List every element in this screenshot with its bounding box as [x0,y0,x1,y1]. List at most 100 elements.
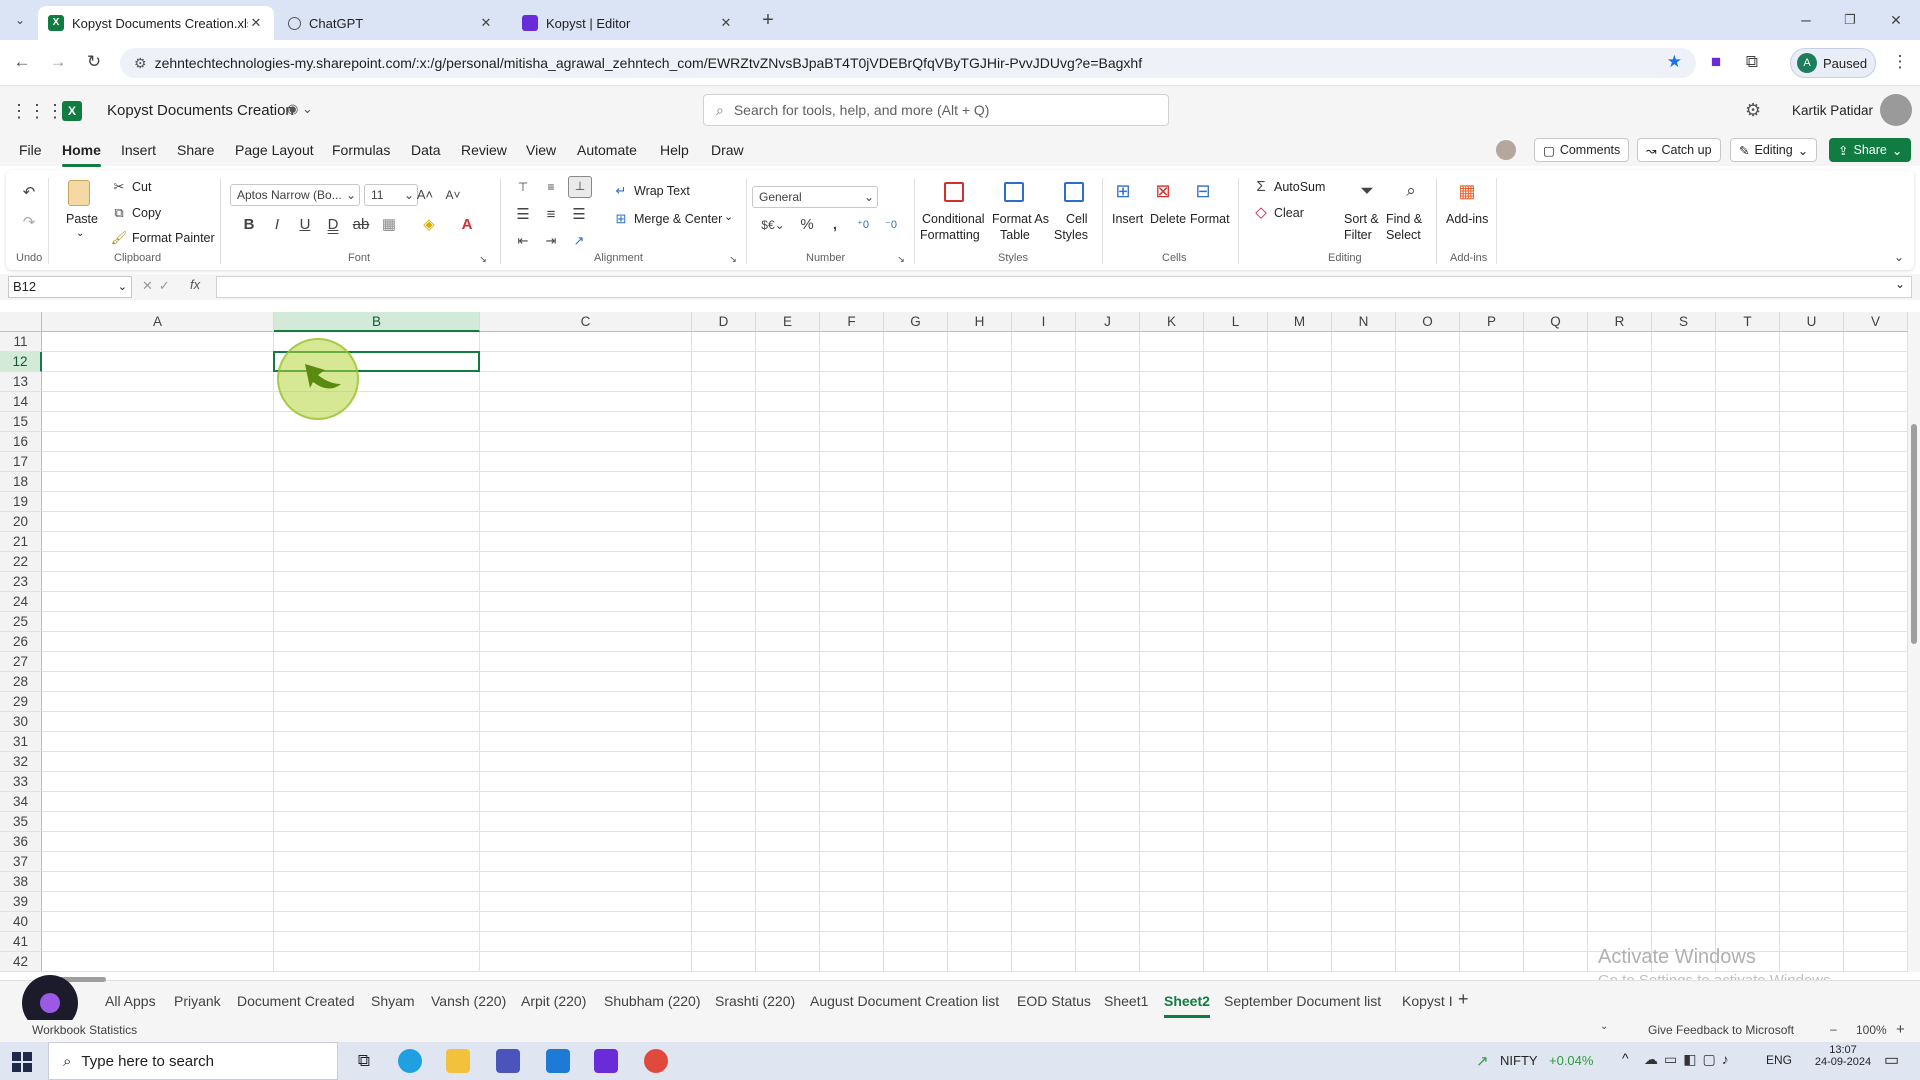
sort-filter-label-1[interactable]: Sort & [1344,212,1379,226]
sort-filter-icon[interactable]: ⏷ [1358,182,1376,200]
merge-center-label[interactable]: Merge & Center [634,212,722,226]
tab-view[interactable]: View [526,142,556,158]
find-select-label-2[interactable]: Select [1386,228,1421,242]
align-bottom-icon[interactable]: ⊥ [568,176,592,198]
column-header-i[interactable]: I [1012,312,1076,332]
tab-review[interactable]: Review [461,142,507,158]
zoom-out-icon[interactable]: – [1830,1022,1837,1036]
row-header-22[interactable]: 22 [0,552,42,572]
column-header-f[interactable]: F [820,312,884,332]
sheet-tab[interactable]: Priyank [174,993,221,1009]
row-header-33[interactable]: 33 [0,772,42,792]
clear-eraser-icon[interactable]: ◇ [1252,204,1270,222]
column-header-v[interactable]: V [1844,312,1908,332]
percent-icon[interactable]: % [798,216,816,234]
tray-chevron-icon[interactable]: ^ [1622,1050,1629,1066]
sheet-tab[interactable]: September Document list [1224,993,1381,1009]
row-header-35[interactable]: 35 [0,812,42,832]
workbook-statistics[interactable]: Workbook Statistics [32,1023,137,1037]
row-header-31[interactable]: 31 [0,732,42,752]
comma-style-icon[interactable]: , [826,216,844,234]
row-header-18[interactable]: 18 [0,472,42,492]
row-header-30[interactable]: 30 [0,712,42,732]
row-header-28[interactable]: 28 [0,672,42,692]
add-sheet-icon[interactable]: + [1458,989,1469,1010]
row-header-15[interactable]: 15 [0,412,42,432]
column-header-b[interactable]: B [274,312,480,332]
row-header-20[interactable]: 20 [0,512,42,532]
font-name-select[interactable]: Aptos Narrow (Bo... ⌄ [230,184,360,206]
cell-styles-icon[interactable] [1064,182,1084,202]
mail-icon[interactable] [546,1049,570,1073]
column-header-k[interactable]: K [1140,312,1204,332]
site-info-icon[interactable]: ⚙ [134,55,147,72]
browser-tab-excel[interactable]: X Kopyst Documents Creation.xlsx ✕ [38,6,274,40]
taskbar-search-box[interactable]: ⌕ Type here to search [48,1042,338,1080]
task-view-icon[interactable]: ⧉ [352,1049,376,1073]
column-header-l[interactable]: L [1204,312,1268,332]
url-field[interactable]: ⚙ zehntechtechnologies-my.sharepoint.com… [120,48,1696,78]
paste-dropdown-icon[interactable]: ⌄ [76,228,84,239]
restore-icon[interactable]: ❐ [1838,8,1862,32]
tab-insert[interactable]: Insert [121,142,156,158]
sheet-tab[interactable]: Shyam [371,993,415,1009]
row-header-25[interactable]: 25 [0,612,42,632]
cell-styles-label-1[interactable]: Cell [1066,212,1088,226]
tray-icons[interactable]: ☁▭◧▢♪ [1644,1051,1735,1068]
document-title[interactable]: Kopyst Documents Creation [107,102,294,119]
tab-automate[interactable]: Automate [577,142,637,158]
scrollbar-thumb[interactable] [1911,424,1917,644]
teams-icon[interactable] [496,1049,520,1073]
copy-label[interactable]: Copy [132,206,161,220]
delete-label[interactable]: Delete [1150,212,1186,226]
kopyst-taskbar-icon[interactable] [594,1049,618,1073]
collapse-ribbon-icon[interactable]: ⌄ [1890,248,1908,266]
editing-mode-button[interactable]: ✎ Editing ⌄ [1730,138,1818,162]
search-box[interactable]: ⌕ Search for tools, help, and more (Alt … [703,94,1169,126]
sheet-tab[interactable]: Vansh (220) [431,993,506,1009]
wrap-text-label[interactable]: Wrap Text [634,184,690,198]
sheet-tab[interactable]: Srashti (220) [715,993,795,1009]
conditional-formatting-label-2[interactable]: Formatting [920,228,980,242]
conditional-formatting-icon[interactable] [944,182,964,202]
vertical-scrollbar[interactable] [1908,312,1920,972]
double-underline-icon[interactable]: D [324,216,342,234]
reload-icon[interactable]: ↻ [82,50,106,74]
row-header-38[interactable]: 38 [0,872,42,892]
fill-color-icon[interactable]: ◈ [420,216,438,234]
font-size-select[interactable]: 11 ⌄ [364,184,418,206]
row-header-19[interactable]: 19 [0,492,42,512]
number-dialog-launcher-icon[interactable]: ↘ [892,250,910,268]
sheet-tab[interactable]: EOD Status [1017,993,1091,1009]
tab-formulas[interactable]: Formulas [332,142,390,158]
strikethrough-icon[interactable]: ab [352,216,370,234]
clear-label[interactable]: Clear [1274,206,1304,220]
minimize-icon[interactable]: – [1794,8,1818,32]
format-as-table-label-1[interactable]: Format As [992,212,1049,226]
format-painter-icon[interactable]: 🖌 [110,229,128,247]
insert-cells-icon[interactable]: ⊞ [1114,182,1132,200]
row-header-12[interactable]: 12 [0,352,42,372]
row-header-40[interactable]: 40 [0,912,42,932]
delete-cells-icon[interactable]: ⊠ [1154,182,1172,200]
tab-home[interactable]: Home [62,142,101,167]
conditional-formatting-label-1[interactable]: Conditional [922,212,985,226]
row-header-27[interactable]: 27 [0,652,42,672]
profile-button[interactable]: A Paused [1790,48,1876,78]
decrease-font-icon[interactable]: A˅ [444,186,462,204]
close-tab-icon[interactable]: ✕ [718,15,734,31]
close-tab-icon[interactable]: ✕ [248,15,264,31]
sheet-tab[interactable]: August Document Creation list [810,993,999,1009]
sheet-tab[interactable]: Arpit (220) [521,993,586,1009]
row-header-24[interactable]: 24 [0,592,42,612]
new-tab-icon[interactable]: + [756,8,780,32]
bold-icon[interactable]: B [240,216,258,234]
stock-name[interactable]: NIFTY [1500,1053,1538,1068]
sheet-tab[interactable]: Kopyst I [1402,993,1453,1009]
merge-center-icon[interactable]: ⊞ [612,210,630,228]
orientation-icon[interactable]: ↗ [570,232,588,250]
zoom-level[interactable]: 100% [1856,1023,1887,1037]
feedback-link[interactable]: Give Feedback to Microsoft [1648,1023,1794,1037]
increase-font-icon[interactable]: A˄ [416,186,434,204]
format-as-table-icon[interactable] [1004,182,1024,202]
